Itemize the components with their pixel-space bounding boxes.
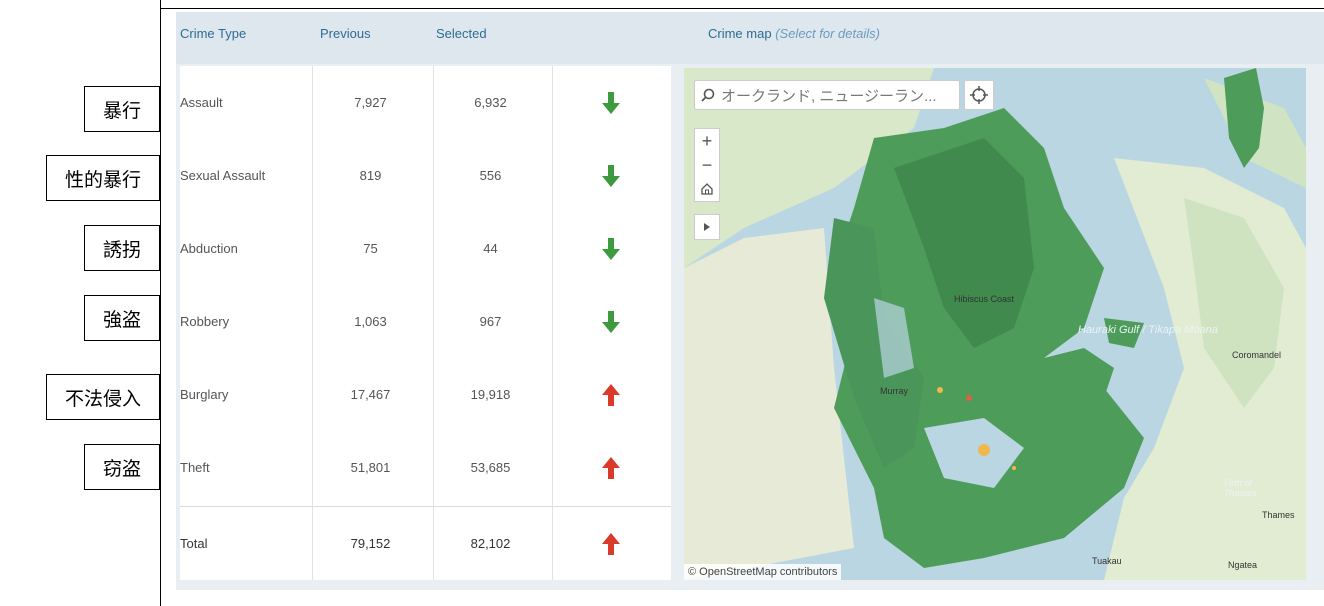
map-label-gulf: Hauraki Gulf / Tikapa Moana (1078, 324, 1218, 336)
crime-type-cell: Robbery (180, 314, 230, 329)
previous-cell: 819 (359, 168, 382, 183)
previous-cell: 7,927 (354, 95, 387, 110)
previous-cell: 75 (363, 241, 378, 256)
table-row-total[interactable]: Total 79,152 82,102 (180, 506, 671, 580)
previous-cell: 17,467 (350, 387, 391, 402)
frame-vertical-line (160, 0, 161, 606)
annotation-assault: 暴行 (83, 86, 160, 132)
table-row-burglary[interactable]: Burglary 17,467 19,918 (180, 358, 671, 431)
selected-cell: 6,932 (474, 95, 507, 110)
annotation-burglary: 不法侵入 (45, 374, 160, 420)
map-label-murray: Murray (880, 386, 909, 396)
play-icon[interactable] (694, 214, 720, 240)
map-label-hibiscus: Hibiscus Coast (954, 294, 1015, 304)
header-crime-type[interactable]: Crime Type (180, 26, 246, 41)
map-attribution[interactable]: © OpenStreetMap contributors (684, 564, 842, 580)
selected-cell: 44 (483, 241, 498, 256)
annotation-abduction: 誘拐 (83, 225, 160, 271)
zoom-in-icon[interactable]: + (695, 129, 719, 153)
map-hint: (Select for details) (775, 26, 880, 41)
crosshair-icon (970, 86, 988, 104)
selected-cell: 556 (479, 168, 502, 183)
table-row-robbery[interactable]: Robbery 1,063 967 (180, 285, 671, 358)
trend-down-arrow-icon (550, 139, 671, 212)
crime-table: Assault 7,927 6,932 Sexual Assault 819 5… (180, 66, 671, 580)
locate-button[interactable] (964, 80, 994, 110)
trend-up-arrow-icon (550, 507, 671, 580)
total-previous-cell: 79,152 (350, 536, 391, 551)
map-search-input[interactable]: オークランド, ニュージーラン... (694, 80, 960, 110)
zoom-controls: + − (694, 128, 720, 202)
trend-down-arrow-icon (550, 285, 671, 358)
map-title: Crime map (708, 26, 772, 41)
crime-dashboard: Crime Type Previous Selected Crime map (… (176, 12, 1324, 590)
crime-map[interactable]: Hauraki Gulf / Tikapa Moana Coromandel T… (684, 68, 1306, 580)
annotation-sexual-assault: 性的暴行 (45, 155, 160, 201)
header-selected[interactable]: Selected (436, 26, 487, 41)
trend-up-arrow-icon (550, 358, 671, 431)
annotation-theft: 窃盗 (83, 444, 160, 490)
search-icon (701, 88, 715, 102)
table-row-assault[interactable]: Assault 7,927 6,932 (180, 66, 671, 139)
map-label-firth: Firth of Thames (1224, 478, 1257, 498)
selected-cell: 19,918 (470, 387, 511, 402)
trend-down-arrow-icon (550, 212, 671, 285)
zoom-out-icon[interactable]: − (695, 153, 719, 177)
crime-type-cell: Theft (180, 460, 210, 475)
trend-up-arrow-icon (550, 431, 671, 504)
map-label-tuakau: Tuakau (1092, 556, 1122, 566)
annotation-robbery: 強盗 (83, 295, 160, 341)
map-label-ngatea: Ngatea (1228, 560, 1258, 570)
map-search-placeholder: オークランド, ニュージーラン... (721, 87, 937, 105)
table-row-theft[interactable]: Theft 51,801 53,685 (180, 431, 671, 504)
home-icon[interactable] (695, 177, 719, 201)
selected-cell: 53,685 (470, 460, 511, 475)
table-row-sexual-assault[interactable]: Sexual Assault 819 556 (180, 139, 671, 212)
map-label-coromandel: Coromandel (1232, 350, 1282, 360)
header-previous[interactable]: Previous (320, 26, 371, 41)
total-selected-cell: 82,102 (470, 536, 511, 551)
dashboard-header: Crime Type Previous Selected Crime map (… (176, 12, 1324, 64)
crime-type-cell: Burglary (180, 387, 229, 402)
header-map-title: Crime map (Select for details) (708, 26, 880, 41)
crime-type-cell: Sexual Assault (180, 168, 266, 183)
selected-cell: 967 (479, 314, 502, 329)
total-label-cell: Total (180, 536, 208, 551)
trend-down-arrow-icon (550, 66, 671, 139)
previous-cell: 1,063 (354, 314, 387, 329)
previous-cell: 51,801 (350, 460, 391, 475)
map-label-thames: Thames (1262, 510, 1295, 520)
crime-type-cell: Abduction (180, 241, 238, 256)
crime-type-cell: Assault (180, 95, 223, 110)
table-row-abduction[interactable]: Abduction 75 44 (180, 212, 671, 285)
frame-horizontal-line (160, 8, 1324, 9)
